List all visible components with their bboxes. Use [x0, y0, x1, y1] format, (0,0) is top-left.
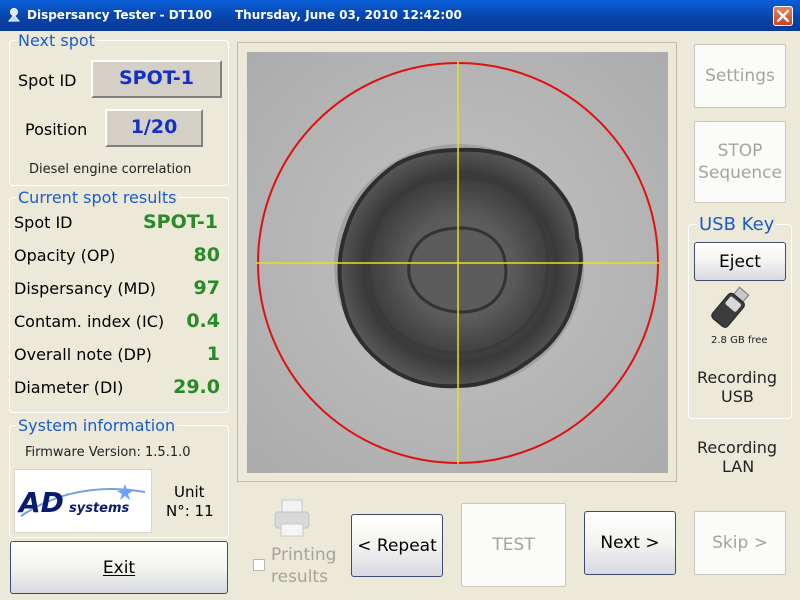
- next-button[interactable]: Next >: [584, 511, 676, 575]
- skip-button-label: Skip >: [712, 533, 768, 553]
- svg-text:systems: systems: [69, 501, 130, 516]
- result-value-dispersancy: 97: [193, 277, 220, 299]
- result-label-diameter: Diameter (DI): [14, 378, 124, 397]
- ad-systems-logo-mark: AD systems: [17, 484, 146, 519]
- eject-button-label: Eject: [719, 251, 761, 272]
- result-label-dispersancy: Dispersancy (MD): [14, 279, 156, 298]
- result-label-spot-id: Spot ID: [14, 213, 73, 232]
- usb-drive-icon: [711, 286, 750, 328]
- results-title: Current spot results: [16, 188, 179, 207]
- exit-button[interactable]: Exit: [10, 541, 228, 594]
- printing-label-line1: Printing: [271, 545, 337, 565]
- eject-button[interactable]: Eject: [694, 242, 786, 281]
- title-bar[interactable]: Dispersancy Tester - DT100 Thursday, Jun…: [0, 0, 800, 31]
- result-label-overall-note: Overall note (DP): [14, 345, 152, 364]
- next-spot-id-label: Spot ID: [18, 71, 77, 90]
- system-title: System information: [16, 416, 178, 435]
- window-title: Dispersancy Tester - DT100: [27, 8, 212, 22]
- next-spot-id-field: SPOT-1: [91, 60, 222, 98]
- position-label: Position: [25, 120, 88, 139]
- app-icon: [7, 8, 21, 22]
- ad-systems-logo: AD systems: [14, 469, 152, 533]
- unit-label: Unit: [174, 483, 205, 501]
- printing-label-line2: results: [271, 567, 328, 587]
- result-value-opacity: 80: [193, 244, 220, 266]
- recording-lan-line2: LAN: [722, 457, 755, 476]
- result-label-contam-index: Contam. index (IC): [14, 312, 165, 331]
- close-icon: [777, 10, 789, 22]
- result-value-spot-id: SPOT-1: [142, 211, 218, 233]
- result-value-contam-index: 0.4: [186, 310, 220, 332]
- result-value-diameter: 29.0: [173, 376, 220, 398]
- svg-text:AD: AD: [17, 486, 64, 519]
- position-field: 1/20: [105, 109, 203, 147]
- usb-key-title: USB Key: [697, 214, 777, 235]
- recording-usb-line1: Recording: [697, 368, 778, 387]
- close-button[interactable]: [773, 6, 793, 26]
- app-window: Dispersancy Tester - DT100 Thursday, Jun…: [0, 0, 800, 600]
- recording-usb-line2: USB: [721, 387, 754, 406]
- exit-button-label: Exit: [102, 557, 136, 578]
- correlation-text: Diesel engine correlation: [29, 162, 192, 177]
- spot-image: [247, 52, 668, 473]
- repeat-button-label: < Repeat: [357, 535, 437, 556]
- printer-icon: [274, 499, 310, 537]
- test-button-label: TEST: [492, 535, 535, 555]
- printing-checkbox[interactable]: [253, 559, 265, 571]
- spot-image-frame: [237, 42, 677, 482]
- next-spot-title: Next spot: [16, 31, 97, 50]
- result-value-overall-note: 1: [206, 343, 220, 365]
- skip-button[interactable]: Skip >: [694, 511, 786, 575]
- test-button[interactable]: TEST: [461, 503, 566, 587]
- recording-lan-line1: Recording: [697, 438, 778, 457]
- settings-button-label: Settings: [705, 66, 775, 86]
- unit-number: N°: 11: [166, 502, 214, 520]
- settings-button[interactable]: Settings: [694, 44, 786, 108]
- usb-free-space: 2.8 GB free: [711, 335, 768, 346]
- stop-sequence-button[interactable]: STOP Sequence: [694, 121, 786, 203]
- stop-button-label-line1: STOP: [717, 141, 763, 161]
- repeat-button[interactable]: < Repeat: [351, 514, 443, 577]
- firmware-version: Firmware Version: 1.5.1.0: [25, 445, 191, 460]
- next-button-label: Next >: [600, 533, 660, 553]
- result-label-opacity: Opacity (OP): [14, 246, 116, 265]
- stop-button-label-line2: Sequence: [698, 163, 782, 183]
- window-datetime: Thursday, June 03, 2010 12:42:00: [235, 8, 462, 22]
